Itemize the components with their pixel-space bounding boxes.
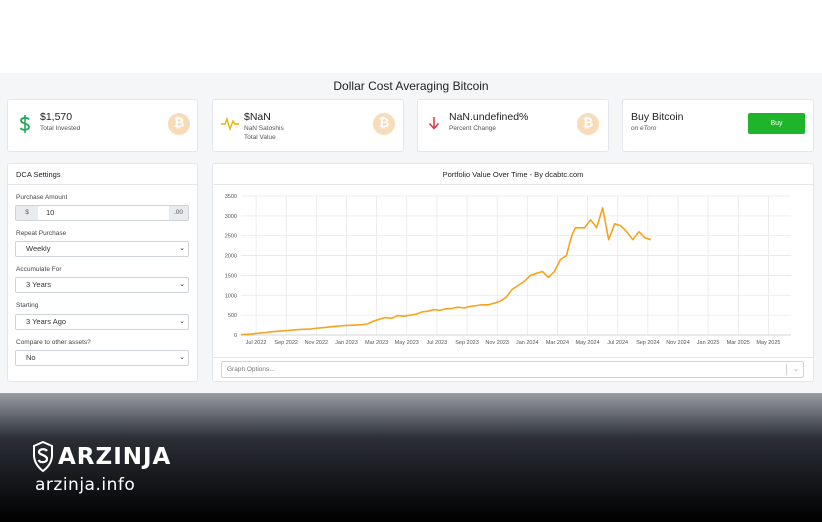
x-tick-label: May 2023 xyxy=(395,340,419,346)
dollar-icon xyxy=(19,115,30,133)
starting-label: Starting xyxy=(16,302,39,309)
y-tick-label: 500 xyxy=(228,313,237,319)
x-tick-label: Sep 2024 xyxy=(636,340,660,346)
repeat-purchase-value: Weekly xyxy=(26,244,51,253)
compare-select[interactable]: No ⌄ xyxy=(15,350,189,366)
chart-title: Portfolio Value Over Time - By dcabtc.co… xyxy=(442,170,584,179)
chart-panel: Portfolio Value Over Time - By dcabtc.co… xyxy=(212,163,814,382)
total-value-value: $NaN xyxy=(244,111,271,123)
divider xyxy=(213,184,813,185)
satoshis-label: NaN Satoshis xyxy=(244,125,284,132)
y-tick-label: 1000 xyxy=(225,293,237,299)
buy-subtitle: on eToro xyxy=(631,125,657,132)
bitcoin-icon: ₿ xyxy=(373,113,395,135)
purchase-amount-input[interactable]: $ 10 .00 xyxy=(15,205,189,221)
y-tick-label: 3500 xyxy=(225,194,237,200)
buy-button[interactable]: Buy xyxy=(748,113,805,134)
total-invested-value: $1,570 xyxy=(40,111,73,123)
x-tick-label: Nov 2024 xyxy=(666,340,690,346)
percent-change-card: NaN.undefined% Percent Change ₿ xyxy=(417,99,609,152)
buy-bitcoin-card: Buy Bitcoin on eToro Buy xyxy=(622,99,814,152)
separator xyxy=(786,364,787,375)
divider xyxy=(213,357,813,358)
x-tick-label: Jul 2023 xyxy=(426,340,447,346)
starting-value: 3 Years Ago xyxy=(26,317,67,326)
chevron-down-icon: ⌄ xyxy=(179,318,185,325)
starting-select[interactable]: 3 Years Ago ⌄ xyxy=(15,314,189,330)
dca-page: Dollar Cost Averaging Bitcoin $1,570 Tot… xyxy=(0,73,822,393)
brand-name: ARZINJA xyxy=(58,444,172,470)
x-tick-label: May 2025 xyxy=(756,340,780,346)
x-tick-label: Sep 2023 xyxy=(455,340,479,346)
y-tick-label: 0 xyxy=(234,333,237,339)
bitcoin-icon: ₿ xyxy=(577,113,599,135)
accumulate-label: Accumulate For xyxy=(16,266,62,273)
x-tick-label: Jan 2025 xyxy=(697,340,720,346)
percent-change-value: NaN.undefined% xyxy=(449,111,529,123)
currency-prefix: $ xyxy=(16,206,38,220)
x-tick-label: Jan 2023 xyxy=(335,340,358,346)
arrow-down-icon xyxy=(428,117,440,130)
x-tick-label: Nov 2022 xyxy=(305,340,329,346)
x-tick-label: Nov 2023 xyxy=(485,340,509,346)
bitcoin-icon: ₿ xyxy=(168,113,190,135)
x-tick-label: Mar 2024 xyxy=(546,340,569,346)
x-tick-label: Mar 2025 xyxy=(727,340,750,346)
buy-title: Buy Bitcoin xyxy=(631,111,684,123)
total-invested-card: $1,570 Total Invested ₿ xyxy=(7,99,198,152)
portfolio-value-line xyxy=(240,207,652,336)
y-tick-label: 2000 xyxy=(225,254,237,260)
repeat-purchase-label: Repeat Purchase xyxy=(16,230,67,237)
x-tick-label: Jul 2024 xyxy=(607,340,628,346)
x-tick-label: Mar 2023 xyxy=(365,340,388,346)
y-tick-label: 1500 xyxy=(225,273,237,279)
dca-settings-panel: DCA Settings Purchase Amount $ 10 .00 Re… xyxy=(7,163,198,382)
total-value-card: $NaN NaN Satoshis Total Value ₿ xyxy=(212,99,404,152)
chevron-down-icon: ⌄ xyxy=(179,354,185,361)
decimal-suffix: .00 xyxy=(169,206,188,220)
graph-options-select[interactable]: Graph Options... ⌄ xyxy=(221,361,804,378)
x-tick-label: May 2024 xyxy=(575,340,599,346)
page-title: Dollar Cost Averaging Bitcoin xyxy=(333,79,489,93)
compare-value: No xyxy=(26,353,36,362)
purchase-amount-value: 10 xyxy=(46,208,55,217)
divider xyxy=(8,184,197,185)
total-value-label: Total Value xyxy=(244,134,276,141)
compare-label: Compare to other assets? xyxy=(16,339,91,346)
settings-title: DCA Settings xyxy=(16,170,61,179)
chevron-down-icon: ⌄ xyxy=(179,281,185,288)
portfolio-chart: 0 500 1000 1500 2000 2500 3000 3500 Jul 2022 Sep … xyxy=(225,194,791,346)
y-tick-label: 2500 xyxy=(225,234,237,240)
graph-options-placeholder: Graph Options... xyxy=(227,366,275,373)
arzinja-logo-icon xyxy=(33,441,53,473)
chevron-down-icon: ⌄ xyxy=(179,245,185,252)
x-tick-label: Sep 2022 xyxy=(274,340,298,346)
chevron-down-icon: ⌄ xyxy=(793,366,799,373)
repeat-purchase-select[interactable]: Weekly ⌄ xyxy=(15,241,189,257)
x-tick-label: Jul 2022 xyxy=(246,340,267,346)
accumulate-select[interactable]: 3 Years ⌄ xyxy=(15,277,189,293)
purchase-amount-label: Purchase Amount xyxy=(16,194,68,201)
total-invested-label: Total Invested xyxy=(40,125,81,132)
brand-url: arzinja.info xyxy=(35,475,136,495)
watermark-footer: ARZINJA arzinja.info xyxy=(0,393,822,522)
y-tick-label: 3000 xyxy=(225,214,237,220)
accumulate-value: 3 Years xyxy=(26,280,52,289)
pulse-icon xyxy=(221,117,239,131)
x-tick-label: Jan 2024 xyxy=(516,340,539,346)
percent-change-label: Percent Change xyxy=(449,125,496,132)
